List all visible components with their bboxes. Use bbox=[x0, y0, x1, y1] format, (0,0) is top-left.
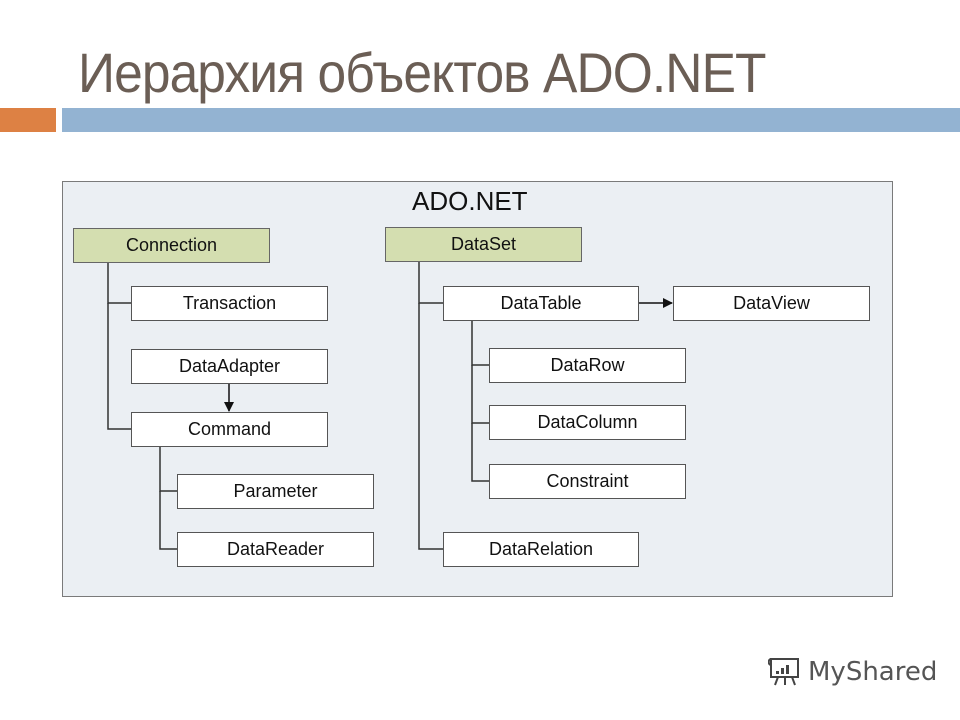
node-connection: Connection bbox=[73, 228, 270, 263]
watermark-text: MyShared bbox=[808, 657, 938, 687]
node-datacolumn: DataColumn bbox=[489, 405, 686, 440]
accent-bar-orange bbox=[0, 108, 56, 132]
node-datareader: DataReader bbox=[177, 532, 374, 567]
slide-title: Иерархия объектов ADO.NET bbox=[78, 41, 767, 104]
node-dataadapter: DataAdapter bbox=[131, 349, 328, 384]
accent-bar-blue bbox=[62, 108, 960, 132]
node-dataview: DataView bbox=[673, 286, 870, 321]
myshared-watermark: MyShared bbox=[768, 656, 937, 688]
node-command: Command bbox=[131, 412, 328, 447]
node-dataset: DataSet bbox=[385, 227, 582, 262]
node-transaction: Transaction bbox=[131, 286, 328, 321]
frame-title: ADO.NET bbox=[412, 186, 528, 216]
presentation-board-icon bbox=[768, 658, 799, 686]
node-datarow: DataRow bbox=[489, 348, 686, 383]
node-datarelation: DataRelation bbox=[443, 532, 639, 567]
node-constraint: Constraint bbox=[489, 464, 686, 499]
node-datatable: DataTable bbox=[443, 286, 639, 321]
node-parameter: Parameter bbox=[177, 474, 374, 509]
